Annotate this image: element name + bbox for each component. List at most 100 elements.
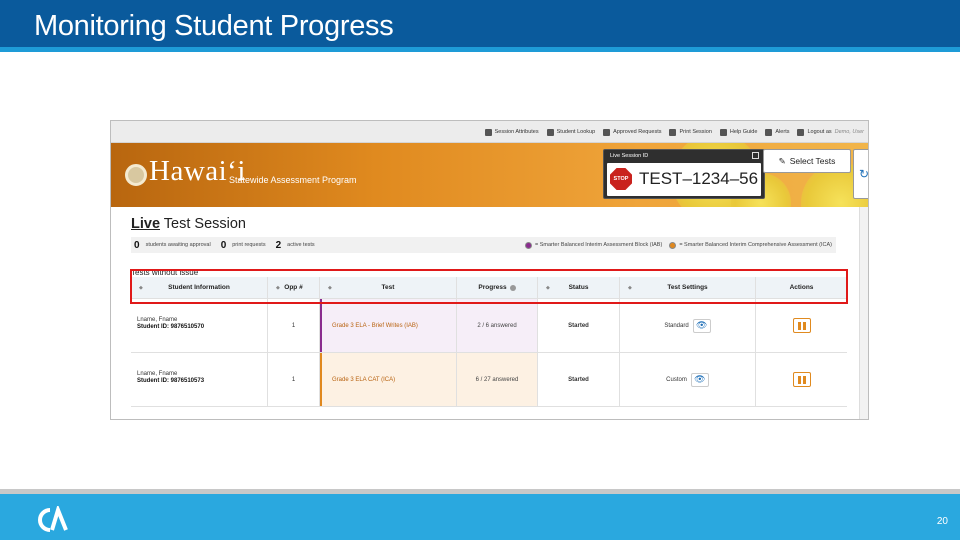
footer-bar: 20 (0, 489, 960, 540)
column-header[interactable]: ◆ Opp # (268, 277, 320, 298)
scrollbar[interactable] (859, 207, 868, 419)
select-tests-label: Select Tests (789, 156, 836, 166)
column-header[interactable]: ◆ Student Information (131, 277, 268, 298)
test-cell: Grade 3 ELA CAT (ICA) (320, 353, 457, 406)
eye-icon: 👁 (694, 374, 706, 384)
view-settings-button[interactable]: 👁 (692, 318, 711, 333)
refresh-button[interactable]: ↻ (853, 149, 868, 199)
slide: Monitoring Student Progress Session Attr… (0, 0, 960, 540)
nav-session-attributes[interactable]: Session Attributes (484, 128, 539, 136)
column-header[interactable]: Progress (457, 277, 538, 298)
user-name: Demo, User (834, 129, 864, 135)
summary-count: 0 (134, 239, 140, 251)
logout-label: Logout as (807, 129, 832, 135)
ica-legend-dot (669, 241, 677, 249)
session-id-panel: STOP TEST–1234–56 (607, 163, 761, 196)
settings-cell: Standard 👁 (620, 299, 756, 352)
actions-cell (756, 299, 847, 352)
app-screenshot: Session Attributes Student Lookup Approv… (110, 120, 869, 420)
settings-label: Standard (664, 322, 689, 329)
program-name: Statewide Assessment Program (229, 175, 357, 185)
search-icon (546, 128, 554, 136)
student-name: Lname, Fname (137, 317, 178, 323)
pencil-icon: ✎ (778, 155, 786, 166)
summary-label[interactable]: print requests (232, 242, 265, 248)
stop-session-button[interactable]: STOP (610, 168, 632, 190)
state-seal-icon (125, 164, 147, 186)
status-cell: Started (538, 299, 620, 352)
logout-icon (797, 128, 805, 136)
eye-icon: 👁 (695, 320, 708, 330)
pause-icon (797, 321, 801, 330)
live-label: Live (131, 216, 161, 232)
student-info-cell: Lname, Fname Student ID: 9876510573 (131, 353, 268, 406)
top-nav-items: Session Attributes Student Lookup Approv… (484, 121, 864, 143)
table-header: ◆ Student Information ◆ Opp # ◆ Test Progre… (131, 277, 847, 299)
nav-label: Student Lookup (556, 129, 596, 135)
title-bar: Monitoring Student Progress (0, 0, 960, 52)
nav-label: Alerts (775, 129, 790, 135)
gear-icon (484, 128, 492, 136)
student-id: Student ID: 9876510570 (137, 324, 205, 330)
table-row: Lname, Fname Student ID: 9876510573 1 Gr… (131, 353, 847, 407)
iab-legend-dot (525, 241, 532, 249)
pause-icon (797, 375, 801, 384)
sort-icon: ◆ (139, 285, 143, 291)
summary-label: active tests (287, 242, 315, 248)
actions-cell (756, 353, 847, 406)
popout-icon[interactable] (752, 152, 759, 159)
column-header[interactable]: ◆ Test Settings (620, 277, 756, 298)
student-name: Lname, Fname (137, 371, 178, 377)
view-settings-button[interactable]: 👁 (690, 372, 709, 387)
refresh-icon: ↻ (859, 167, 868, 181)
summary-count: 2 (275, 239, 282, 251)
table-row: Lname, Fname Student ID: 9876510570 1 Gr… (131, 299, 847, 353)
page-title: Live Test Session (131, 216, 246, 232)
nav-student-lookup[interactable]: Student Lookup (546, 128, 596, 136)
settings-cell: Custom 👁 (620, 353, 756, 406)
help-icon (719, 128, 727, 136)
heading-rest: Test Session (160, 216, 246, 232)
printer-icon (669, 128, 677, 136)
select-tests-button[interactable]: ✎ Select Tests (763, 149, 851, 173)
session-content: Live Test Session 0 students awaiting ap… (111, 207, 868, 419)
student-info-cell: Lname, Fname Student ID: 9876510570 (131, 299, 268, 352)
status-cell: Started (538, 353, 620, 406)
summary-label[interactable]: students awaiting approval (146, 242, 211, 248)
top-navigation: Session Attributes Student Lookup Approv… (111, 121, 868, 143)
document-icon (603, 128, 611, 136)
student-id: Student ID: 9876510573 (137, 378, 205, 384)
sort-icon: ◆ (546, 285, 550, 291)
session-summary: 0 students awaiting approval 0 print req… (131, 237, 836, 253)
column-header: Actions (789, 284, 814, 291)
session-id: TEST–1234–56 (639, 169, 759, 188)
progress-cell: 6 / 27 answered (457, 353, 538, 406)
nav-print-session[interactable]: Print Session (669, 128, 712, 136)
session-id-box: Live Session ID STOP TEST–1234–56 (603, 149, 765, 199)
pause-button[interactable] (792, 318, 811, 333)
nav-help-guide[interactable]: Help Guide (719, 128, 758, 136)
legend-label: = Smarter Balanced Interim Comprehensive… (679, 242, 832, 248)
nav-label: Approved Requests (613, 129, 662, 135)
nav-label: Help Guide (729, 129, 758, 135)
ca-logo-icon (38, 506, 68, 532)
nav-logout[interactable]: Logout as Demo, User (797, 128, 864, 136)
opp-cell: 1 (268, 299, 320, 352)
alert-icon (765, 128, 773, 136)
test-type-legend: = Smarter Balanced Interim Assessment Bl… (525, 237, 832, 253)
info-icon[interactable] (509, 284, 516, 291)
hawaii-banner: Hawai‘i Statewide Assessment Program Liv… (111, 143, 868, 207)
column-header[interactable]: ◆ Test (320, 277, 457, 298)
summary-count: 0 (220, 239, 227, 251)
column-header[interactable]: ◆ Status (538, 277, 620, 298)
nav-alerts[interactable]: Alerts (765, 128, 790, 136)
test-cell: Grade 3 ELA - Brief Writes (IAB) (320, 299, 457, 352)
sort-icon: ◆ (276, 285, 280, 291)
nav-approved-requests[interactable]: Approved Requests (603, 128, 662, 136)
nav-label: Print Session (679, 129, 712, 135)
legend-label: = Smarter Balanced Interim Assessment Bl… (535, 242, 663, 248)
sort-icon: ◆ (628, 285, 632, 291)
session-box-label: Live Session ID (610, 153, 649, 159)
pause-button[interactable] (792, 372, 811, 387)
nav-label: Session Attributes (494, 129, 539, 135)
